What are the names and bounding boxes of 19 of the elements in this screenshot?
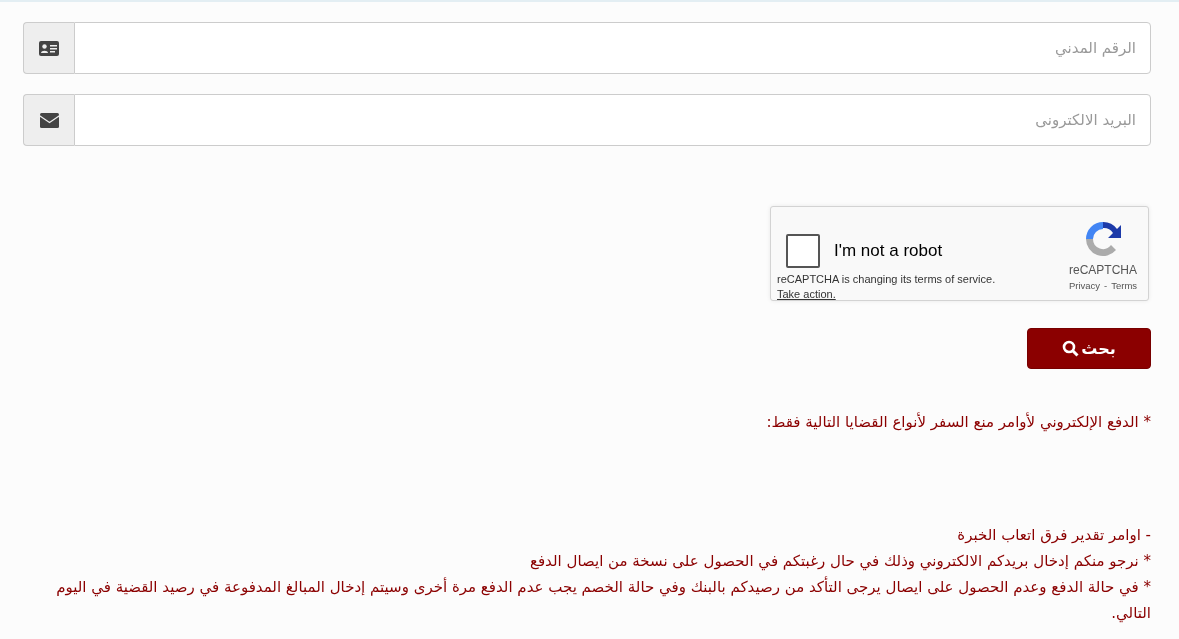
id-card-icon <box>39 40 59 56</box>
take-action-link[interactable]: Take action. <box>777 287 836 301</box>
privacy-link[interactable]: Privacy <box>1068 279 1101 294</box>
input-field[interactable]: الرقم المدني <box>74 22 1151 74</box>
checkbox-label: I'm not a robot <box>834 240 943 263</box>
input-field[interactable]: البريد الالكترونى <box>74 94 1151 146</box>
brand-label: reCAPTCHA <box>1069 262 1137 279</box>
notice-text: reCAPTCHA is changing its terms of service. <box>777 272 996 287</box>
recaptcha-logo-icon <box>1083 219 1123 259</box>
note-text: - اوامر تقدير فرق اتعاب الخبرة <box>956 525 1151 546</box>
checkbox[interactable] <box>786 234 820 268</box>
terms-link[interactable]: Terms <box>1111 279 1138 294</box>
note-text: * نرجو منكم إدخال بريدكم الالكتروني وذلك في حال رغبتكم في الحصول على نسخة من ايصال الدفع <box>528 551 1151 573</box>
envelope-icon <box>39 112 59 128</box>
note-text: * الدفع الإلكتروني لأوامر منع السفر لأنواع القضايا التالية فقط: <box>765 411 1151 434</box>
separator: - <box>1104 279 1108 293</box>
note-text: * في حالة الدفع وعدم الحصول على ايصال يرجى التأكد من رصيدكم بالبنك وفي حالة الخصم يجب عدم الدفع مرة أخرى وسيتم إدخال المبالغ المدفوعة في رصيد القضية في اليوم التالي. <box>55 575 1151 625</box>
search-button[interactable]: بحث <box>1027 328 1151 369</box>
search-icon <box>1062 340 1080 357</box>
